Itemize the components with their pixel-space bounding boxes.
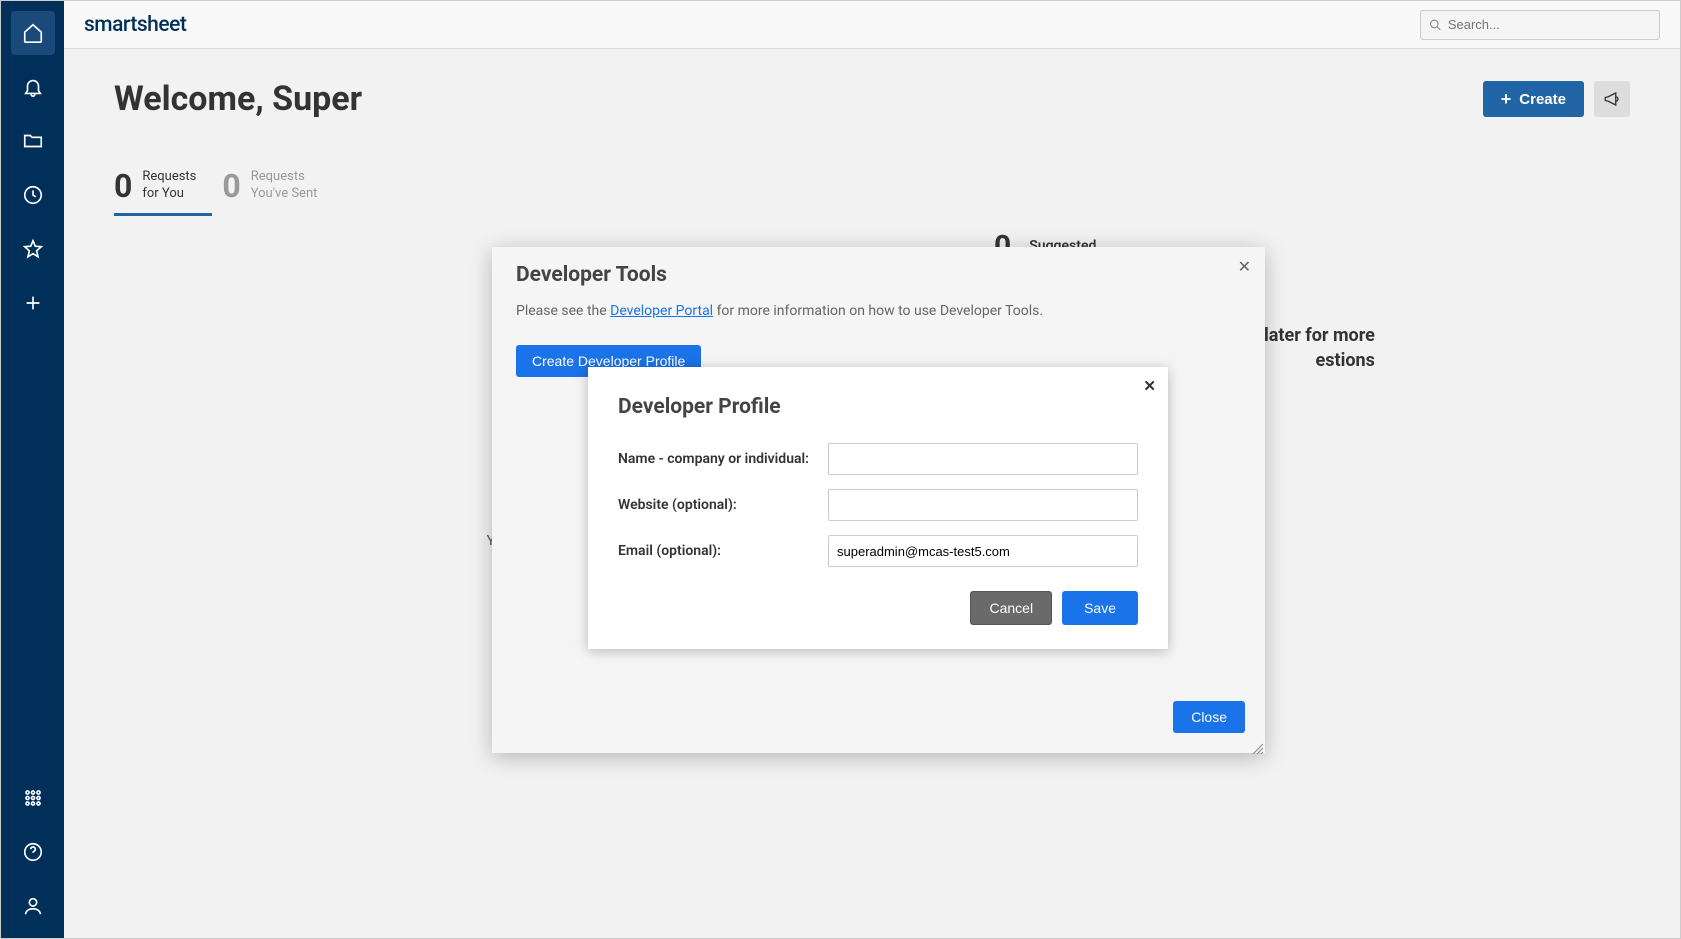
sidebar-home[interactable] [11,11,55,55]
plus-icon: + [1501,89,1512,110]
megaphone-icon [1603,90,1621,108]
developer-portal-link[interactable]: Developer Portal [610,303,713,319]
home-icon [22,22,44,44]
clock-icon [22,184,44,206]
stat-requests-sent[interactable]: 0 Requests You've Sent [222,159,333,216]
help-icon [22,841,44,863]
stat-count: 0 [114,167,132,205]
email-field[interactable] [828,535,1138,567]
name-field[interactable] [828,443,1138,475]
sidebar-recent[interactable] [11,173,55,217]
sidebar-help[interactable] [11,830,55,874]
developer-profile-close[interactable]: ✕ [1143,377,1156,395]
header-row: Welcome, Super + Create [114,79,1630,119]
announcements-button[interactable] [1594,81,1630,117]
name-label: Name - company or individual: [618,451,828,467]
logo: smartsheet [84,13,186,37]
stat-label: Requests You've Sent [251,169,318,203]
create-label: Create [1519,91,1566,108]
sidebar-add[interactable] [11,281,55,325]
create-button[interactable]: + Create [1483,81,1584,117]
website-label: Website (optional): [618,497,828,513]
bell-icon [22,76,44,98]
developer-tools-close-button[interactable]: Close [1173,701,1245,733]
website-field[interactable] [828,489,1138,521]
topbar: smartsheet [64,1,1680,49]
grid-icon [22,787,44,809]
developer-profile-title: Developer Profile [618,395,1138,419]
left-sidebar [1,1,64,938]
folder-icon [22,130,44,152]
search-box[interactable] [1420,10,1660,40]
page-title: Welcome, Super [114,79,362,119]
search-icon [1429,18,1442,32]
star-icon [22,238,44,260]
sidebar-folders[interactable] [11,119,55,163]
plus-icon [22,292,44,314]
email-label: Email (optional): [618,543,828,559]
sidebar-notifications[interactable] [11,65,55,109]
developer-tools-close[interactable]: ✕ [1238,257,1251,277]
app-root: smartsheet Welcome, Super + Create [0,0,1681,939]
search-input[interactable] [1448,17,1651,32]
developer-tools-modal: ✕ Developer Tools Please see the Develop… [492,247,1265,753]
sidebar-account[interactable] [11,884,55,928]
developer-tools-text: Please see the Developer Portal for more… [492,297,1265,325]
content: Welcome, Super + Create 0 Requests for Y… [64,49,1680,938]
main-area: smartsheet Welcome, Super + Create [64,1,1680,938]
developer-tools-title: Developer Tools [516,263,1241,287]
stat-requests-for-you[interactable]: 0 Requests for You [114,159,212,216]
cancel-button[interactable]: Cancel [970,591,1052,625]
sidebar-favorites[interactable] [11,227,55,271]
stat-count: 0 [222,167,240,205]
stats-row: 0 Requests for You 0 Requests You've Sen… [114,159,1630,216]
user-icon [22,895,44,917]
save-button[interactable]: Save [1062,591,1138,625]
sidebar-apps[interactable] [11,776,55,820]
stat-label: Requests for You [142,169,196,203]
suggested-hint: later for more estions [1264,323,1375,373]
resize-handle-icon[interactable] [1251,739,1263,751]
developer-profile-modal: ✕ Developer Profile Name - company or in… [588,367,1168,649]
